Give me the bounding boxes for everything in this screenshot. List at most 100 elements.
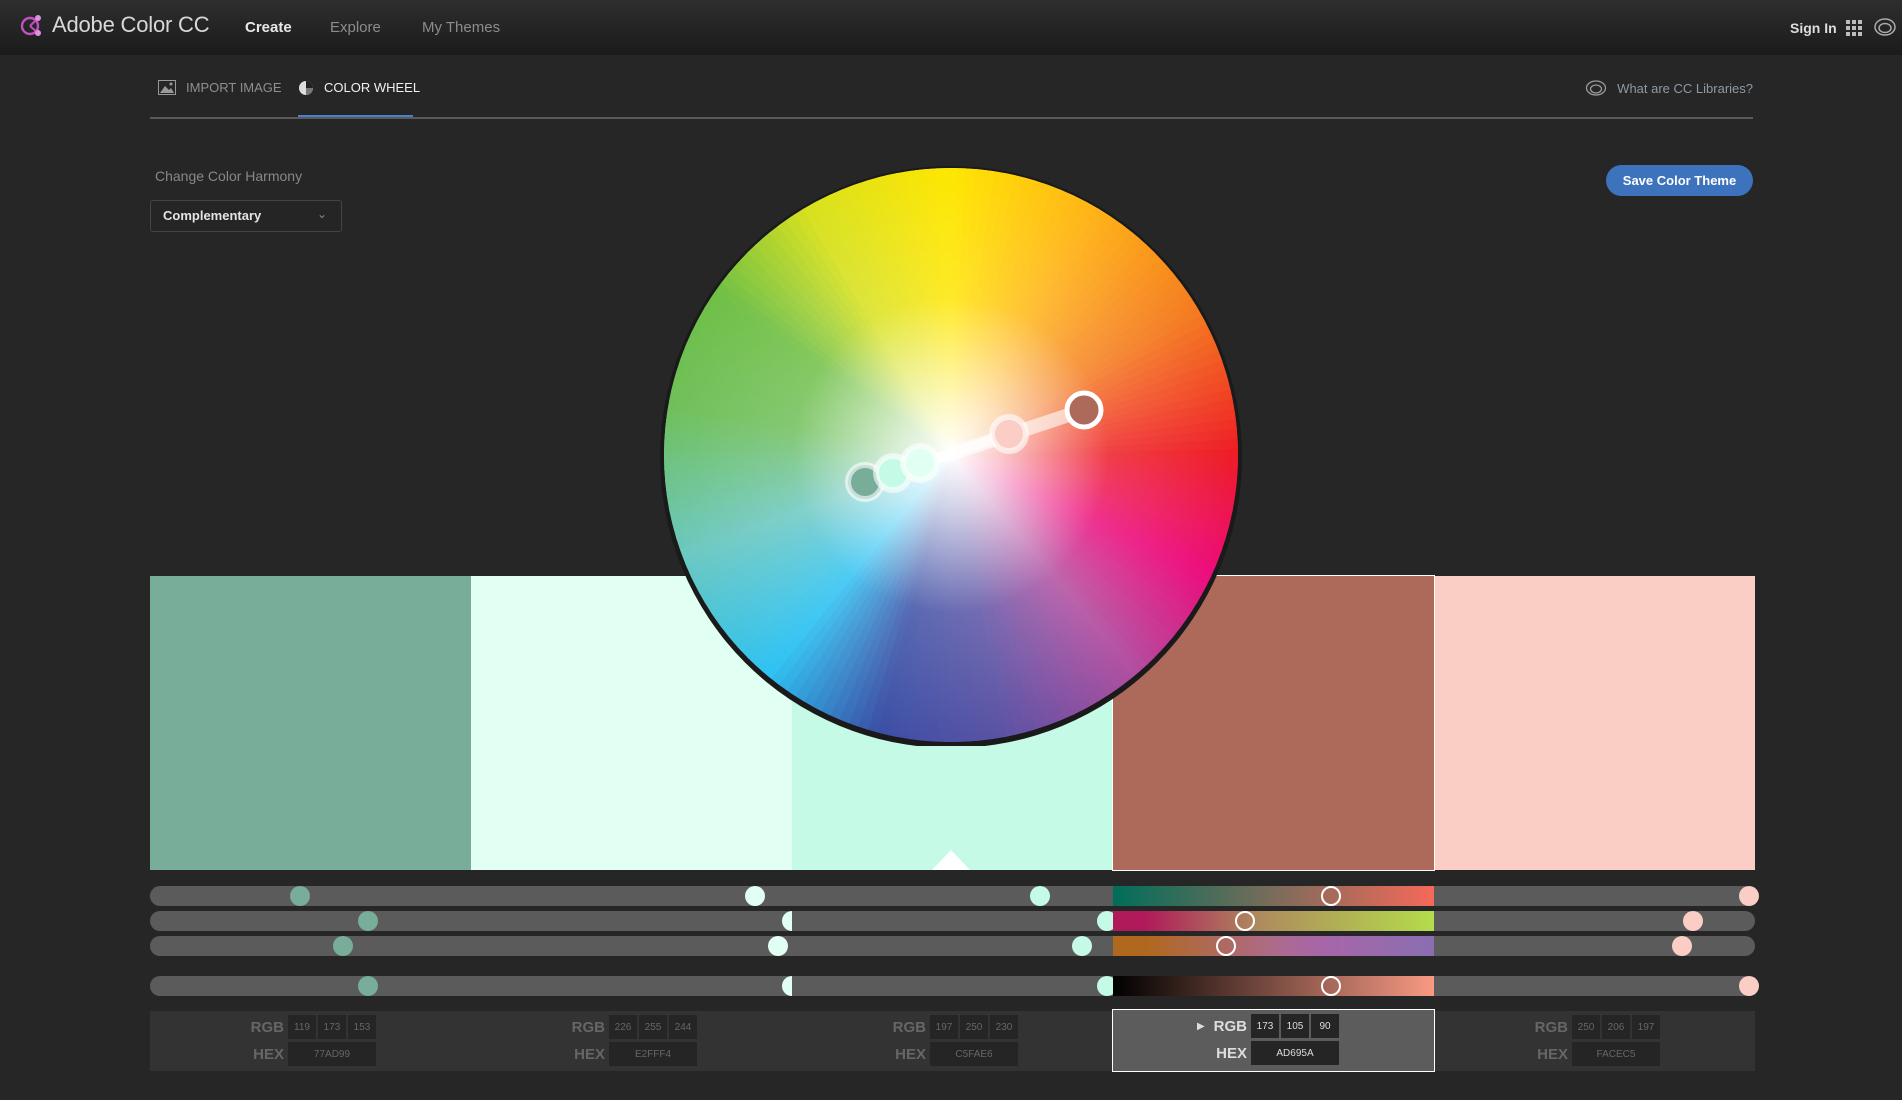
color-values-column: RGB HEX 226 255 244 E2FFF4 [471,1011,792,1071]
hex-value-input[interactable]: C5FAE6 [930,1042,1018,1066]
blue-value-input[interactable]: 153 [348,1015,376,1039]
blue-value-input[interactable]: 90 [1311,1014,1339,1038]
color-sliders [150,884,1759,1004]
slider-track[interactable] [150,886,471,906]
slider-track[interactable] [471,976,792,996]
color-wheel-icon [299,81,313,95]
blue-value-input[interactable]: 230 [990,1015,1018,1039]
base-color-marker[interactable] [1064,390,1104,430]
slider-track[interactable] [1434,911,1755,931]
red-value-input[interactable]: 197 [930,1015,958,1039]
hex-label: HEX [1537,1046,1568,1063]
green-value-input[interactable]: 173 [318,1015,346,1039]
chevron-down-icon: ⌄ [316,207,327,221]
harmony-label: Change Color Harmony [155,168,303,184]
hex-value-input[interactable]: E2FFF4 [609,1042,697,1066]
slider-track[interactable] [1434,936,1755,956]
slider-track[interactable] [1113,886,1434,906]
app-name: Adobe Color CC [52,12,210,37]
rgb-label: RGB [1213,1018,1247,1035]
hex-label: HEX [574,1046,605,1063]
color-values-column: ▶ RGB HEX 173 105 90 AD695A [1112,1009,1435,1072]
slider-track[interactable] [471,936,792,956]
green-value-input[interactable]: 250 [960,1015,988,1039]
active-tab-indicator [298,115,413,117]
creative-cloud-icon [1586,80,1607,96]
red-value-input[interactable]: 173 [1251,1014,1279,1038]
save-color-theme-button[interactable]: Save Color Theme [1606,165,1753,196]
color-wheel[interactable] [660,164,1242,746]
slider-track[interactable] [792,911,1113,931]
color-values-column: RGB HEX 197 250 230 C5FAE6 [792,1011,1113,1071]
harmony-dropdown[interactable]: Complementary ⌄ [150,200,342,232]
hex-label: HEX [895,1046,926,1063]
creative-cloud-icon[interactable] [1873,17,1897,37]
green-value-input[interactable]: 255 [639,1015,667,1039]
green-slider-thumb[interactable] [357,911,378,931]
brand[interactable]: Adobe Color CC [18,12,210,38]
hex-value-input[interactable]: FACEC5 [1572,1042,1660,1066]
blue-slider-thumb[interactable] [1071,936,1092,956]
green-value-input[interactable]: 105 [1281,1014,1309,1038]
image-icon [158,80,176,95]
slider-track[interactable] [1434,976,1755,996]
adobe-color-logo-icon [20,15,41,36]
color-values-column: RGB HEX 119 173 153 77AD99 [150,1011,471,1071]
red-slider-thumb[interactable] [289,886,310,906]
slider-track[interactable] [471,886,792,906]
hex-value-input[interactable]: 77AD99 [288,1042,376,1066]
red-slider-thumb[interactable] [1029,886,1050,906]
cc-libraries-link[interactable]: What are CC Libraries? [1585,80,1753,96]
swatch[interactable] [150,576,471,870]
blue-value-input[interactable]: 197 [1632,1015,1660,1039]
rgb-label: RGB [571,1019,605,1036]
slider-track[interactable] [1113,976,1434,996]
rgb-label: RGB [892,1019,926,1036]
top-bar: Adobe Color CC Create Explore My Themes … [0,0,1902,55]
green-value-input[interactable]: 206 [1602,1015,1630,1039]
sign-in-link[interactable]: Sign In [1790,20,1837,36]
expand-caret-icon[interactable]: ▶ [1197,1021,1205,1032]
apps-grid-icon[interactable] [1846,20,1862,36]
red-slider-thumb[interactable] [1320,886,1341,906]
nav-explore[interactable]: Explore [330,19,381,36]
hex-value-input[interactable]: AD695A [1251,1041,1339,1065]
slider-track[interactable] [471,911,792,931]
slider-track[interactable] [150,911,471,931]
tab-color-wheel-label: COLOR WHEEL [324,80,421,95]
red-slider-thumb[interactable] [1738,886,1759,906]
color-wheel-canvas[interactable] [660,164,1242,746]
cc-libraries-label: What are CC Libraries? [1617,80,1753,96]
brightness-slider-thumb[interactable] [1738,976,1759,996]
brightness-slider-thumb[interactable] [1320,976,1341,996]
color-values-panel: RGB HEX 119 173 153 77AD99 RGB HEX 226 255 244 E2FF… [150,1009,1755,1072]
slider-track[interactable] [1113,911,1434,931]
red-value-input[interactable]: 226 [609,1015,637,1039]
red-value-input[interactable]: 250 [1572,1015,1600,1039]
blue-slider-thumb[interactable] [1671,936,1692,956]
slider-track[interactable] [792,976,1113,996]
red-value-input[interactable]: 119 [288,1015,316,1039]
slider-track[interactable] [792,936,1113,956]
blue-slider-thumb[interactable] [768,936,789,956]
tab-import-image-label: IMPORT IMAGE [186,80,282,95]
slider-track[interactable] [1434,886,1755,906]
blue-slider-thumb[interactable] [332,936,353,956]
nav-create[interactable]: Create [245,19,292,36]
harmony-selected-value: Complementary [163,208,262,223]
slider-track[interactable] [150,976,471,996]
blue-value-input[interactable]: 244 [669,1015,697,1039]
wheel-pointer-triangle [932,850,970,870]
hex-label: HEX [253,1046,284,1063]
tab-color-wheel[interactable]: COLOR WHEEL [298,80,420,117]
nav-my-themes[interactable]: My Themes [422,19,500,36]
harmony-color-marker[interactable] [900,443,940,483]
tab-import-image[interactable]: IMPORT IMAGE [158,80,282,117]
harmony-color-marker[interactable] [989,414,1029,454]
slider-track[interactable] [150,936,471,956]
brightness-slider-thumb[interactable] [357,976,378,996]
color-values-column: RGB HEX 250 206 197 FACEC5 [1434,1011,1755,1071]
slider-track[interactable] [1113,936,1434,956]
slider-track[interactable] [792,886,1113,906]
swatch[interactable] [1434,576,1755,870]
